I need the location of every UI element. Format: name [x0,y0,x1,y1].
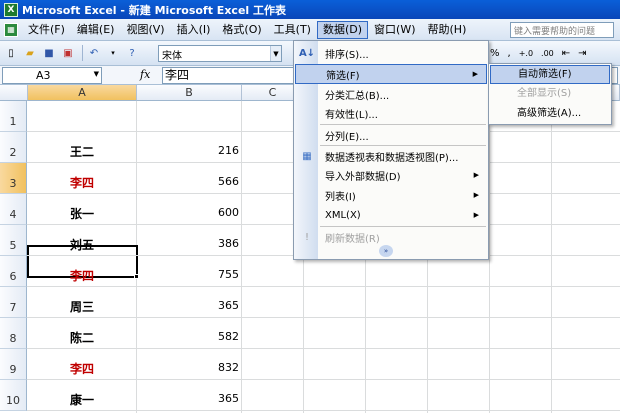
sort-icon: A↓ [298,47,316,59]
window-title: Microsoft Excel - 新建 Microsoft Excel 工作表 [22,3,286,17]
menu-view[interactable]: 视图(V) [120,21,170,39]
cell-name[interactable]: 刘五 [28,236,136,253]
select-all-corner[interactable] [0,85,28,101]
menu-help[interactable]: 帮助(H) [422,21,473,39]
cell-value[interactable]: 600 [137,206,241,219]
menu-format[interactable]: 格式(O) [216,21,267,39]
menu-item-import-external-data[interactable]: 导入外部数据(D) ▶ [295,165,487,185]
cell-value[interactable]: 832 [137,361,241,374]
menu-bar: ▦ 文件(F) 编辑(E) 视图(V) 插入(I) 格式(O) 工具(T) 数据… [0,19,620,41]
cell-name[interactable]: 王二 [28,143,136,160]
column-header-a[interactable]: A [28,85,137,101]
menu-item-refresh-data: ! 刷新数据(R) [295,227,487,247]
font-name-select[interactable]: 宋体 ▼ [158,45,282,62]
menu-item-xml[interactable]: XML(X) ▶ [295,205,487,225]
menu-item-text-to-columns[interactable]: 分列(E)... [295,125,487,145]
undo-icon[interactable]: ↶ [86,45,102,61]
menu-insert[interactable]: 插入(I) [171,21,217,39]
cell-name[interactable]: 周三 [28,298,136,315]
cell-value[interactable]: 582 [137,330,241,343]
excel-app-icon: X [4,2,18,17]
gridline [27,286,620,287]
menu-file[interactable]: 文件(F) [22,21,71,39]
submenu-arrow-icon: ▶ [473,171,479,179]
cell-name[interactable]: 康一 [28,391,136,408]
expand-menu-icon[interactable]: » [379,245,393,257]
submenu-arrow-icon: ▶ [473,211,479,219]
help-search-input[interactable]: 键入需要帮助的问题 [510,22,614,38]
comma-style-icon[interactable]: , [508,48,511,59]
menu-item-sort[interactable]: A↓ 排序(S)... [295,43,487,63]
name-box[interactable]: A3 ▼ [2,67,102,84]
submenu-arrow-icon: ▶ [473,191,479,199]
submenu-item-advanced-filter[interactable]: 高级筛选(A)... [490,105,610,124]
permission-icon[interactable]: ▣ [60,45,76,61]
menu-item-filter[interactable]: 筛选(F) ▶ [295,64,487,84]
menu-item-subtotals[interactable]: 分类汇总(B)... [295,84,487,104]
increase-decimal-icon[interactable]: +.0 [519,49,533,58]
gridline [27,317,620,318]
gridline [241,101,242,413]
menu-window[interactable]: 窗口(W) [368,21,421,39]
gridline [27,410,620,411]
data-menu: A↓ 排序(S)... 筛选(F) ▶ 分类汇总(B)... 有效性(L)...… [293,40,489,260]
chevron-down-icon[interactable]: ▼ [94,70,99,78]
toolbar-separator [82,45,83,61]
cell-value[interactable]: 365 [137,299,241,312]
save-icon[interactable]: ■ [41,45,57,61]
cell-name[interactable]: 李四 [28,360,136,377]
gridline [27,379,620,380]
format-toolbar-right: % , +.0 .00 ⇤ ⇥ [490,45,587,62]
font-name-value: 宋体 [162,51,182,62]
title-bar: X Microsoft Excel - 新建 Microsoft Excel 工… [0,0,620,19]
gridline [551,101,552,413]
row-header[interactable]: 5 [0,225,27,256]
row-header[interactable]: 8 [0,318,27,349]
increase-indent-icon[interactable]: ⇥ [578,48,586,59]
cell-reference: A3 [36,69,51,82]
decrease-indent-icon[interactable]: ⇤ [562,48,570,59]
cell-value[interactable]: 386 [137,237,241,250]
cell-value[interactable]: 216 [137,144,241,157]
cell-name[interactable]: 陈二 [28,329,136,346]
open-folder-icon[interactable]: ▰ [22,45,38,61]
menu-item-pivot-table[interactable]: ▦ 数据透视表和数据透视图(P)... [295,146,487,166]
cell-value[interactable]: 566 [137,175,241,188]
submenu-item-autofilter[interactable]: 自动筛选(F) [490,65,610,84]
undo-dropdown-icon[interactable]: ▾ [105,45,121,61]
column-header-b[interactable]: B [137,85,242,101]
row-header[interactable]: 7 [0,287,27,318]
chevron-down-icon[interactable]: ▼ [270,46,281,61]
menu-edit[interactable]: 编辑(E) [71,21,121,39]
decrease-decimal-icon[interactable]: .00 [541,49,554,58]
refresh-icon: ! [304,231,309,243]
workbook-icon[interactable]: ▦ [4,22,18,37]
menu-item-validation[interactable]: 有效性(L)... [295,103,487,123]
submenu-item-show-all: 全部显示(S) [517,88,572,99]
row-header[interactable]: 4 [0,194,27,225]
row-header[interactable]: 1 [0,101,27,132]
submenu-arrow-icon: ▶ [472,70,478,78]
help-icon[interactable]: ? [124,45,140,61]
gridline [489,101,490,413]
row-header[interactable]: 10 [0,380,27,411]
row-header[interactable]: 3 [0,163,27,194]
menu-item-list[interactable]: 列表(I) ▶ [295,185,487,205]
filter-submenu: 自动筛选(F) 全部显示(S) 高级筛选(A)... [488,63,612,125]
cell-value[interactable]: 755 [137,268,241,281]
menu-data[interactable]: 数据(D) [316,20,369,39]
pivot-table-icon: ▦ [302,150,312,162]
cell-name[interactable]: 李四 [28,174,136,191]
cell-name[interactable]: 张一 [28,205,136,222]
cell-name[interactable]: 李四 [28,267,136,284]
menu-tools[interactable]: 工具(T) [268,21,317,39]
new-file-icon[interactable]: ▯ [3,45,19,61]
row-header[interactable]: 6 [0,256,27,287]
row-header[interactable]: 2 [0,132,27,163]
row-header[interactable]: 9 [0,349,27,380]
percent-style-button[interactable]: % [490,48,500,59]
cell-value[interactable]: 365 [137,392,241,405]
gridline [27,348,620,349]
function-icon[interactable]: fx [140,68,150,81]
